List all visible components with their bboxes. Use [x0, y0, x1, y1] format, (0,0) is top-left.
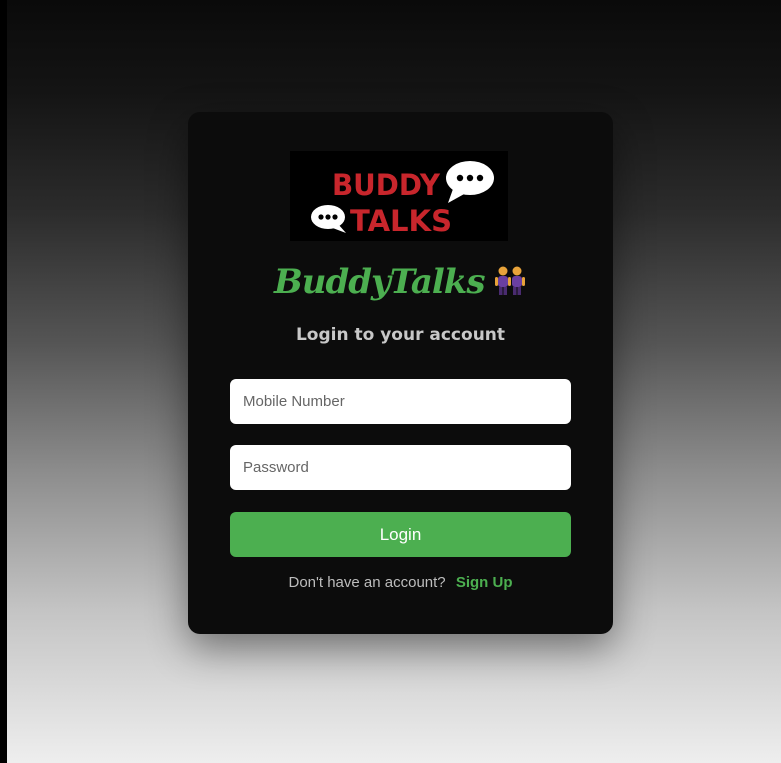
mobile-number-input[interactable]	[230, 379, 571, 424]
page-subtitle: Login to your account	[295, 325, 506, 345]
brand-title: BuddyTalks	[188, 262, 613, 310]
login-button[interactable]: Login	[230, 512, 571, 557]
signup-row: Don't have an account? Sign Up	[188, 574, 613, 591]
signup-link[interactable]: Sign Up	[456, 574, 513, 591]
logo-line-1: BUDDY	[332, 168, 441, 202]
logo-line-2: TALKS	[350, 204, 452, 238]
login-card: BUDDY TALKS BuddyTalks Login to your acc…	[188, 112, 613, 634]
speech-bubble-icon	[446, 161, 494, 203]
speech-bubble-small-icon	[311, 205, 346, 233]
signup-prompt: Don't have an account?	[288, 574, 446, 591]
two-people-icon	[493, 263, 527, 302]
buddy-talks-logo: BUDDY TALKS	[290, 151, 508, 241]
brand-name: BuddyTalks	[274, 262, 485, 302]
window-edge	[0, 0, 7, 763]
password-input[interactable]	[230, 445, 571, 490]
